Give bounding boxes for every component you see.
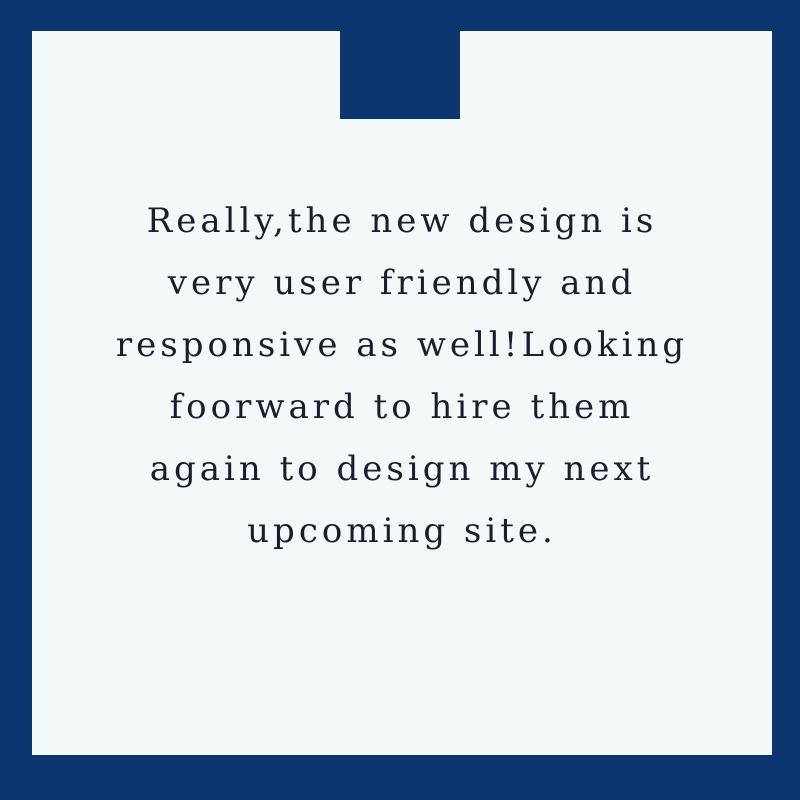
quote-line: very user friendly and xyxy=(167,263,637,303)
quote-line: again to design my next xyxy=(149,449,655,489)
quote-line: upcoming site. xyxy=(247,511,557,551)
quote-line: foorward to hire them xyxy=(169,387,635,427)
quote-line: responsive as well!Looking xyxy=(115,325,689,365)
testimonial-quote: Really,the new design is very user frien… xyxy=(32,190,772,562)
quote-line: Really,the new design is xyxy=(146,201,658,241)
top-tab-notch xyxy=(340,31,460,119)
outer-frame: Really,the new design is very user frien… xyxy=(0,0,800,800)
